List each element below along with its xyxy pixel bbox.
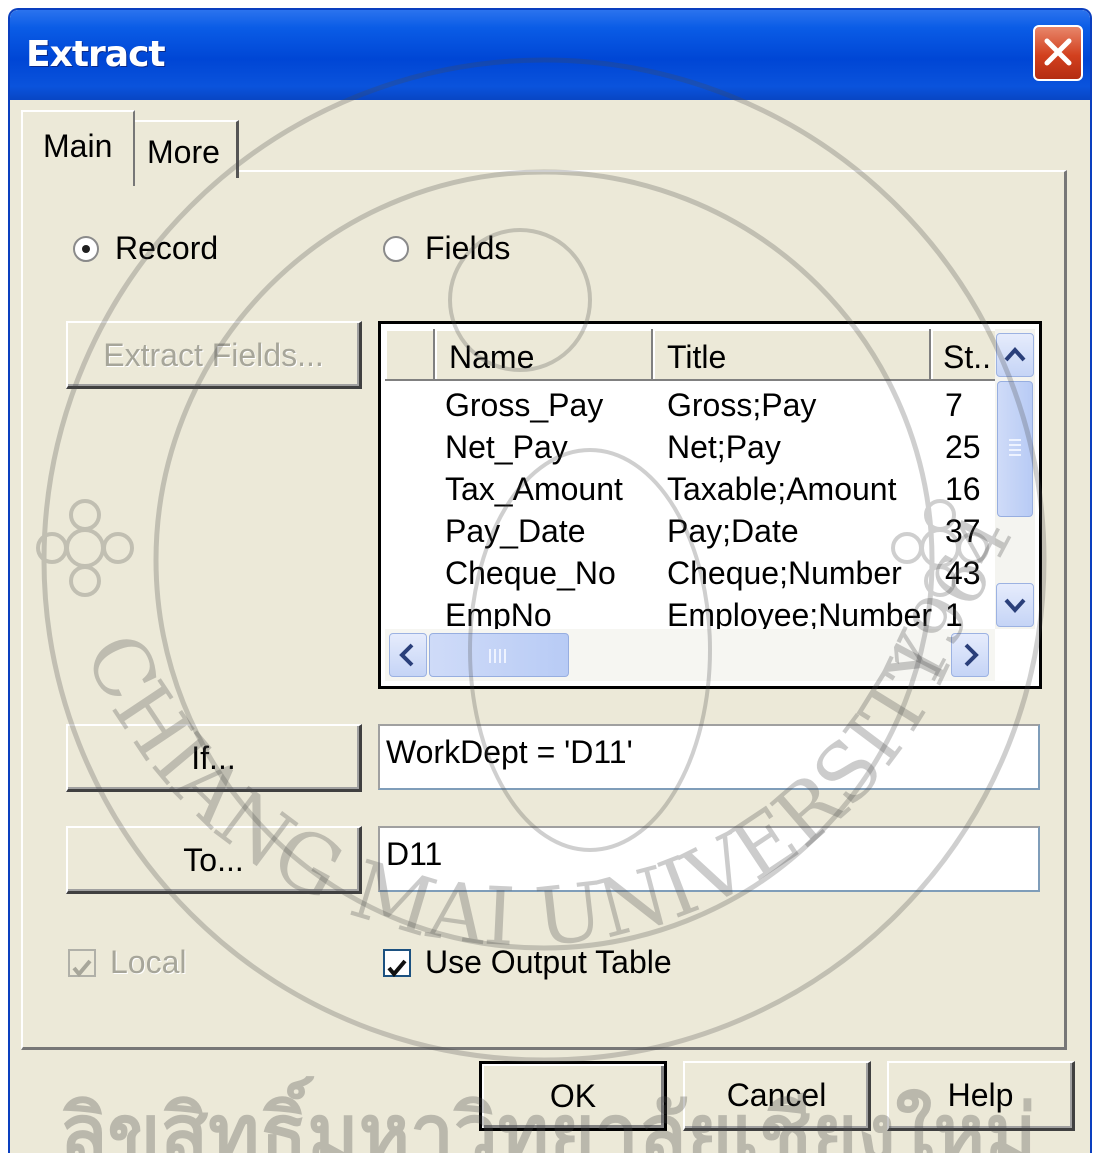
chevron-left-icon bbox=[399, 643, 414, 667]
if-button[interactable]: If... bbox=[66, 724, 362, 792]
extract-fields-button[interactable]: Extract Fields... bbox=[66, 321, 362, 389]
cell-title: Gross;Pay bbox=[667, 387, 817, 423]
cell-start: 16 bbox=[945, 471, 981, 507]
use-output-table-option[interactable]: Use Output Table bbox=[383, 944, 672, 981]
checkmark-icon bbox=[72, 959, 92, 977]
cell-start: 43 bbox=[945, 555, 981, 591]
column-header-start[interactable]: St.. bbox=[931, 329, 995, 379]
cell-title: Pay;Date bbox=[667, 513, 799, 549]
cell-start: 7 bbox=[945, 387, 963, 423]
table-row[interactable]: Gross_Pay Gross;Pay 7 bbox=[385, 381, 995, 423]
cell-title: Net;Pay bbox=[667, 429, 781, 465]
to-button[interactable]: To... bbox=[66, 826, 362, 894]
help-button[interactable]: Help bbox=[887, 1061, 1075, 1131]
chevron-right-icon bbox=[964, 643, 979, 667]
table-row[interactable]: Cheque_No Cheque;Number 43 bbox=[385, 549, 995, 591]
column-header-title[interactable]: Title bbox=[653, 329, 931, 379]
cell-title: Taxable;Amount bbox=[667, 471, 897, 507]
local-label: Local bbox=[110, 944, 187, 980]
scroll-down-button[interactable] bbox=[996, 583, 1034, 627]
close-icon bbox=[1044, 38, 1072, 66]
scroll-right-button[interactable] bbox=[951, 633, 989, 677]
cancel-button[interactable]: Cancel bbox=[683, 1061, 871, 1131]
chevron-up-icon bbox=[1004, 347, 1026, 362]
table-row[interactable]: EmpNo Employee;Number 1 bbox=[385, 591, 995, 629]
local-checkbox[interactable] bbox=[68, 948, 96, 977]
grip-icon bbox=[1009, 439, 1021, 456]
column-header-name[interactable]: Name bbox=[435, 329, 653, 379]
fields-radio[interactable]: Fields bbox=[383, 230, 510, 267]
close-button[interactable] bbox=[1033, 25, 1083, 81]
use-output-table-label: Use Output Table bbox=[425, 944, 672, 980]
cell-title: Employee;Number bbox=[667, 597, 932, 629]
ok-button[interactable]: OK bbox=[479, 1061, 667, 1131]
table-row[interactable]: Net_Pay Net;Pay 25 bbox=[385, 423, 995, 465]
grid-corner-header bbox=[385, 329, 435, 379]
grip-icon bbox=[489, 649, 506, 663]
cell-name: Pay_Date bbox=[445, 513, 586, 549]
cell-name: Gross_Pay bbox=[445, 387, 604, 423]
grid-rows: Gross_Pay Gross;Pay 7 Net_Pay Net;Pay 25… bbox=[385, 381, 995, 629]
tab-main[interactable]: Main bbox=[21, 110, 135, 186]
scroll-left-button[interactable] bbox=[389, 633, 427, 677]
record-radio-button[interactable] bbox=[73, 235, 99, 262]
cell-start: 1 bbox=[945, 597, 963, 629]
if-expression-field[interactable]: WorkDept = 'D11' bbox=[378, 724, 1040, 790]
title-bar[interactable]: Extract bbox=[10, 10, 1090, 100]
scroll-up-button[interactable] bbox=[996, 333, 1034, 377]
horizontal-scroll-thumb[interactable] bbox=[429, 633, 569, 677]
vertical-scroll-thumb[interactable] bbox=[997, 381, 1033, 517]
use-output-table-checkbox[interactable] bbox=[383, 948, 411, 977]
cell-name: Net_Pay bbox=[445, 429, 568, 465]
vertical-scrollbar[interactable] bbox=[995, 329, 1035, 629]
cell-name: Tax_Amount bbox=[445, 471, 623, 507]
field-list-grid[interactable]: Name Title St.. Gross_Pay Gross;Pay 7 Ne… bbox=[378, 321, 1042, 689]
record-radio[interactable]: Record bbox=[73, 230, 218, 267]
cell-start: 25 bbox=[945, 429, 981, 465]
record-radio-label: Record bbox=[115, 230, 219, 266]
fields-radio-button[interactable] bbox=[383, 235, 409, 262]
dialog-title: Extract bbox=[26, 34, 166, 75]
grid-header: Name Title St.. bbox=[385, 329, 995, 381]
cell-name: EmpNo bbox=[445, 597, 552, 629]
local-option[interactable]: Local bbox=[68, 944, 187, 981]
checkmark-icon bbox=[387, 959, 407, 977]
cell-start: 37 bbox=[945, 513, 981, 549]
cell-title: Cheque;Number bbox=[667, 555, 902, 591]
fields-radio-label: Fields bbox=[425, 230, 511, 266]
chevron-down-icon bbox=[1004, 598, 1026, 613]
horizontal-scrollbar[interactable] bbox=[385, 629, 995, 681]
to-table-field[interactable]: D11 bbox=[378, 826, 1040, 892]
table-row[interactable]: Pay_Date Pay;Date 37 bbox=[385, 507, 995, 549]
table-row[interactable]: Tax_Amount Taxable;Amount 16 bbox=[385, 465, 995, 507]
tab-more[interactable]: More bbox=[135, 120, 239, 178]
cell-name: Cheque_No bbox=[445, 555, 616, 591]
